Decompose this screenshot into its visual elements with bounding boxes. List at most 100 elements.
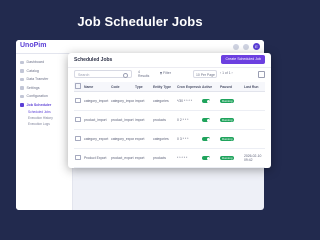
status-badge: Running	[220, 117, 235, 123]
data-transfer-icon	[20, 77, 24, 81]
datagrid-toolbar: Search 4 Results Filter 10 Per Page ‹ 1 …	[74, 70, 265, 79]
table-row[interactable]: product_import product_import import produc…	[74, 110, 265, 130]
active-toggle[interactable]	[202, 156, 210, 161]
jobs-table: Name Code Type Entity Type Cron Expressi…	[74, 82, 265, 168]
sidebar-item-catalog[interactable]: Catalog	[16, 67, 72, 76]
cell-type: import	[134, 110, 152, 130]
catalog-icon	[20, 69, 24, 73]
page-indicator: 1 of 1	[222, 71, 231, 75]
table-row[interactable]: category_export category_export export cate…	[74, 129, 265, 149]
results-count: 4 Results	[138, 70, 150, 78]
select-all-checkbox[interactable]	[75, 83, 81, 89]
cell-code: product_export	[110, 148, 134, 168]
table-header-row: Name Code Type Entity Type Cron Expressi…	[74, 82, 265, 92]
column-header-active[interactable]: Active	[201, 82, 219, 92]
column-header-name[interactable]: Name	[83, 82, 110, 92]
cell-cron: 0 2 * * *	[176, 110, 201, 130]
cell-paused: Running	[219, 129, 243, 149]
sidebar-item-settings[interactable]: Settings	[16, 84, 72, 93]
configuration-icon	[20, 94, 24, 98]
active-toggle[interactable]	[202, 137, 210, 142]
column-header-code[interactable]: Code	[110, 82, 134, 92]
column-header-cron[interactable]: Cron Expression	[176, 82, 201, 92]
next-page-icon[interactable]: ›	[232, 71, 233, 75]
cell-type: export	[134, 148, 152, 168]
cell-name: category_import	[83, 91, 110, 111]
logo-text: UnoPim	[20, 42, 47, 49]
columns-icon[interactable]	[258, 71, 265, 78]
cell-paused: Running	[219, 110, 243, 130]
row-checkbox[interactable]	[75, 97, 81, 104]
status-badge: Running	[220, 136, 235, 142]
sidebar-item-dashboard[interactable]: Dashboard	[16, 58, 72, 67]
table-row[interactable]: category_import category_import import cate…	[74, 91, 265, 111]
card-header: Scheduled Jobs Create Scheduled Job	[68, 53, 271, 68]
cell-last-run	[243, 110, 265, 130]
search-placeholder: Search	[78, 73, 90, 77]
cell-type: import	[134, 91, 152, 111]
filter-label: Filter	[163, 71, 171, 75]
cell-cron: * * * * *	[176, 148, 201, 168]
cell-name: Product Export	[83, 148, 110, 168]
search-icon	[123, 73, 128, 78]
sidebar-item-label: Settings	[26, 85, 40, 90]
row-checkbox-cell	[74, 148, 83, 168]
scheduled-jobs-card: Scheduled Jobs Create Scheduled Job Sear…	[68, 53, 271, 168]
active-toggle[interactable]	[202, 99, 210, 104]
cell-last-run	[243, 91, 265, 111]
prev-page-icon[interactable]: ‹	[220, 71, 221, 75]
dashboard-icon	[20, 60, 24, 64]
column-header-last-run[interactable]: Last Run	[243, 82, 265, 92]
row-checkbox-cell	[74, 91, 83, 111]
sidebar-item-configuration[interactable]: Configuration	[16, 92, 72, 101]
row-checkbox[interactable]	[75, 135, 81, 142]
sidebar-sub-execution-logs[interactable]: Execution Logs	[16, 121, 72, 127]
row-checkbox-cell	[74, 129, 83, 149]
app-topbar: UnoPim E	[16, 40, 264, 54]
filter-button[interactable]: Filter	[160, 71, 171, 75]
column-header-paused[interactable]: Paused	[219, 82, 243, 92]
cell-entity-type: categories	[152, 91, 176, 111]
sidebar-item-job-scheduler[interactable]: Job Scheduler	[16, 101, 72, 110]
search-input[interactable]: Search	[74, 70, 132, 78]
settings-icon	[20, 86, 24, 90]
bell-icon[interactable]	[243, 43, 249, 50]
app-logo[interactable]: UnoPim	[20, 42, 46, 49]
sidebar-item-label: Data Transfer	[26, 77, 49, 82]
row-checkbox[interactable]	[75, 116, 81, 123]
sidebar-item-label: Catalog	[26, 68, 39, 73]
card-title: Scheduled Jobs	[74, 57, 113, 63]
status-badge: Running	[220, 155, 235, 161]
avatar[interactable]: E	[253, 43, 260, 50]
per-page-select[interactable]: 10 Per Page	[193, 70, 217, 78]
sidebar-item-data-transfer[interactable]: Data Transfer	[16, 75, 72, 84]
sidebar-item-label: Configuration	[26, 94, 48, 99]
cell-paused: Running	[219, 148, 243, 168]
active-toggle[interactable]	[202, 118, 210, 123]
sidebar-item-label: Dashboard	[26, 60, 45, 65]
cell-last-run	[243, 129, 265, 149]
cell-code: category_import	[110, 91, 134, 111]
cell-active	[201, 91, 219, 111]
moon-icon[interactable]	[233, 43, 239, 50]
sidebar: Dashboard Catalog Data Transfer Settings…	[16, 54, 73, 210]
topbar-actions: E	[233, 43, 260, 50]
pagination[interactable]: ‹ 1 of 1 ›	[220, 71, 233, 75]
cell-active	[201, 148, 219, 168]
row-checkbox[interactable]	[75, 154, 81, 161]
create-scheduled-job-button[interactable]: Create Scheduled Job	[221, 55, 265, 64]
cell-code: category_export	[110, 129, 134, 149]
cell-type: export	[134, 129, 152, 149]
cell-code: product_import	[110, 110, 134, 130]
jobs-table-body: category_import category_import import cate…	[74, 91, 265, 168]
cell-name: product_import	[83, 110, 110, 130]
row-checkbox-cell	[74, 110, 83, 130]
column-header-entity-type[interactable]: Entity Type	[152, 82, 176, 92]
table-row[interactable]: Product Export product_export export produc…	[74, 148, 265, 168]
cell-cron: */30 * * * *	[176, 91, 201, 111]
cell-paused: Running	[219, 91, 243, 111]
column-header-type[interactable]: Type	[134, 82, 152, 92]
cell-entity-type: categories	[152, 129, 176, 149]
cell-last-run: 2026-02-10 09:42	[243, 148, 265, 168]
cell-active	[201, 110, 219, 130]
